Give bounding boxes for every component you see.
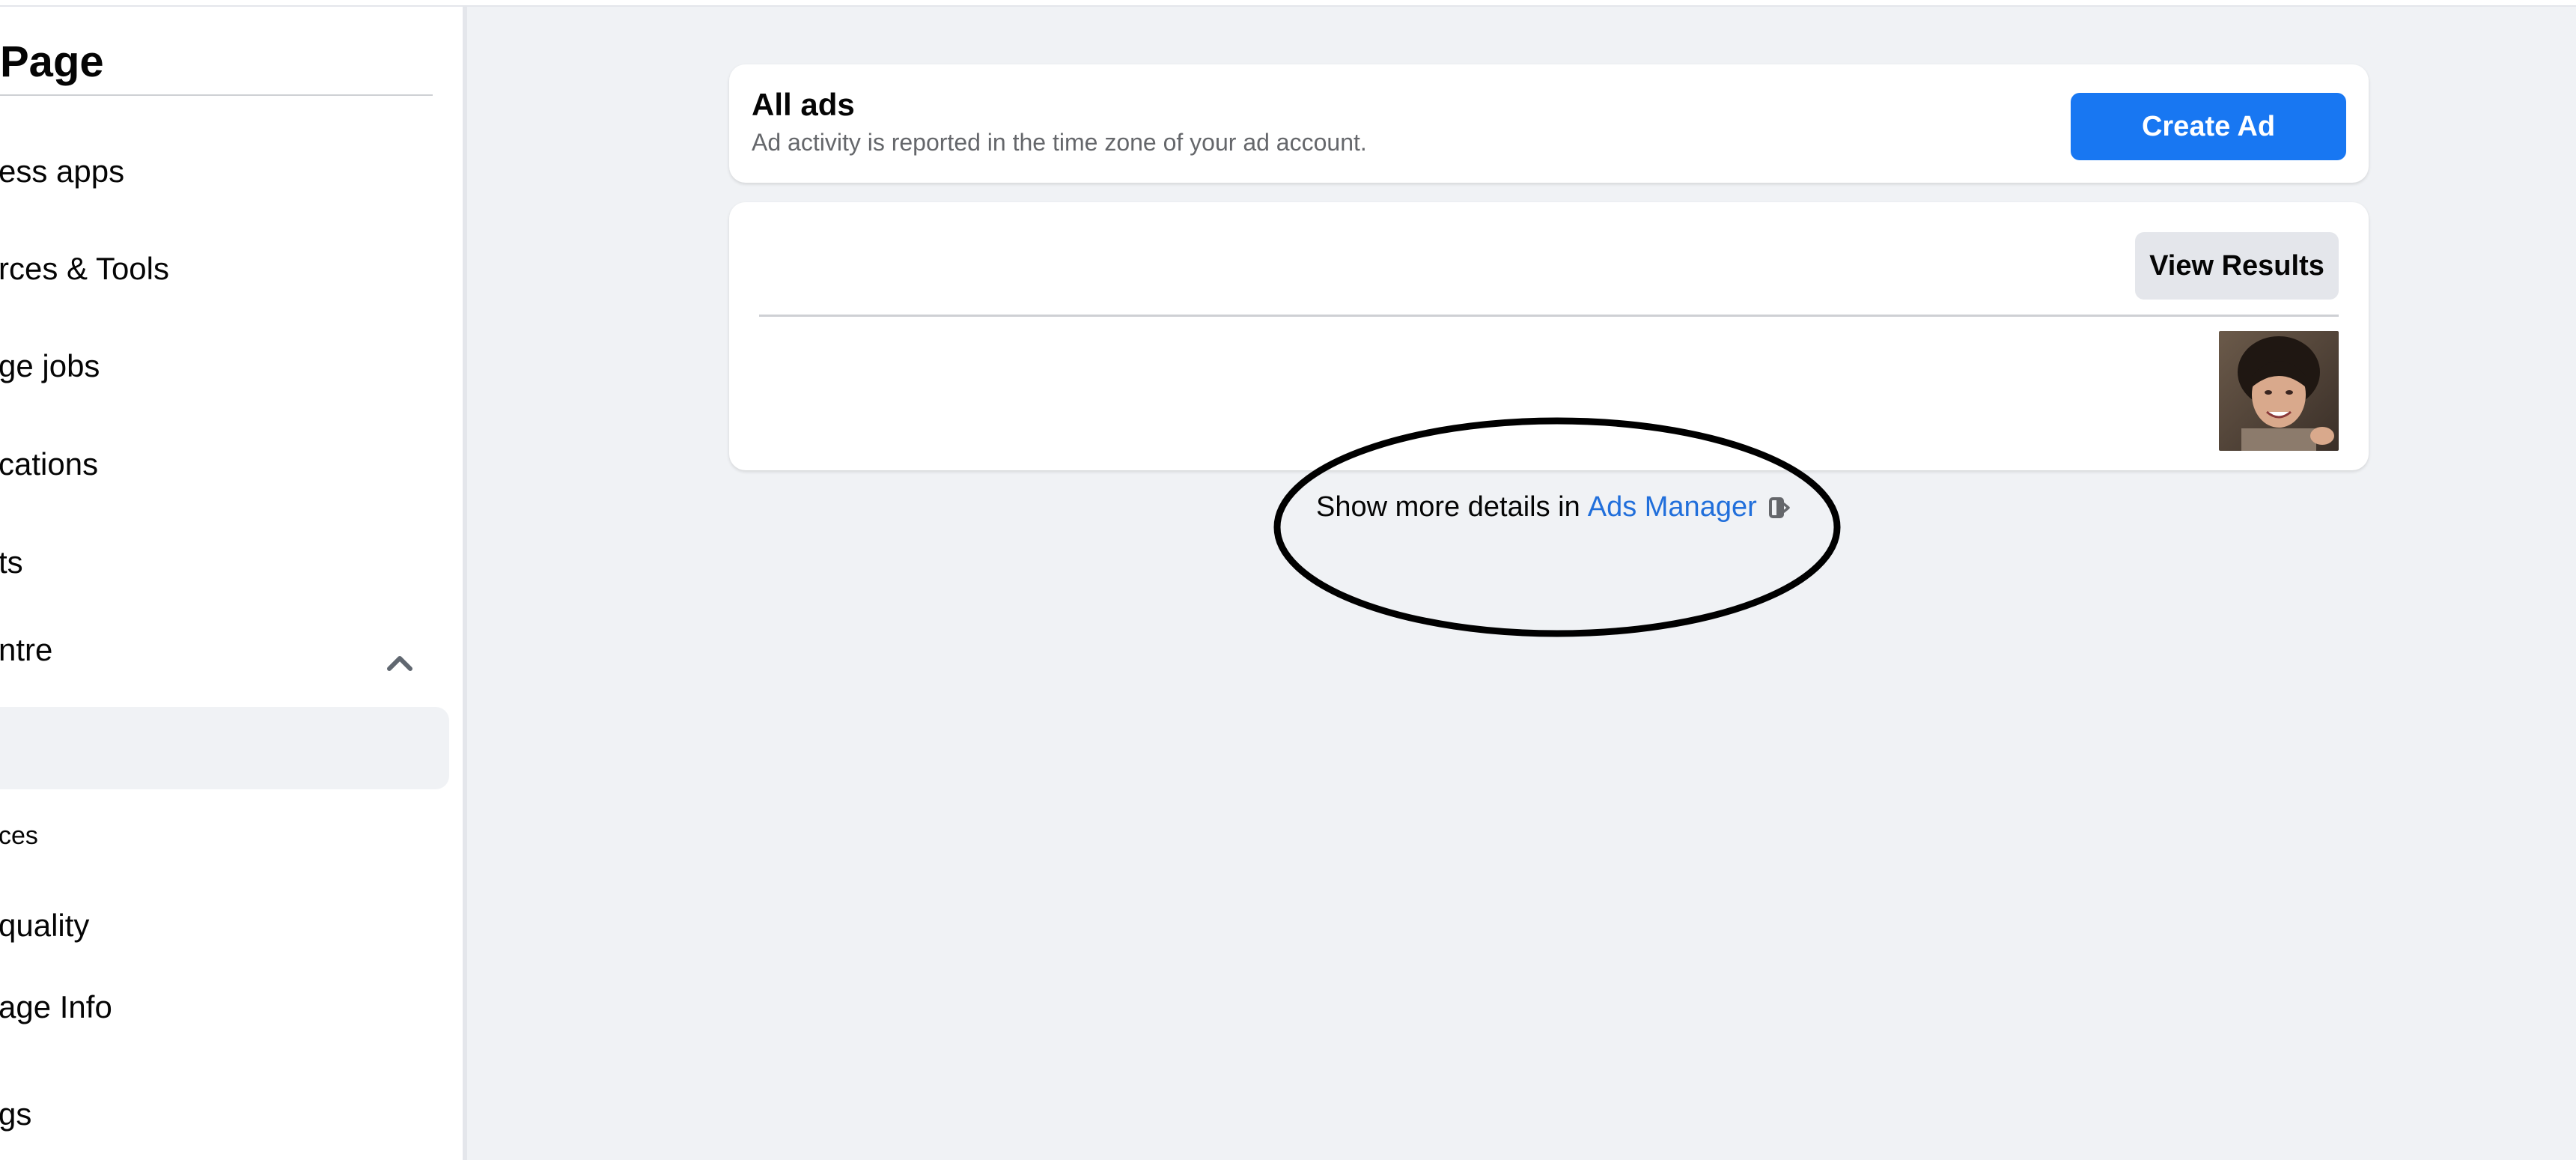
sidebar-item-audiences[interactable]: ces [0, 822, 38, 851]
view-results-button[interactable]: View Results [2135, 232, 2339, 300]
sidebar-item-page-info[interactable]: age Info [0, 989, 112, 1025]
sidebar-item-selected[interactable] [0, 707, 449, 789]
all-ads-title: All ads [752, 87, 855, 122]
create-ad-button[interactable]: Create Ad [2071, 93, 2346, 160]
sidebar-divider [0, 94, 433, 96]
sidebar-item-ad-centre[interactable]: ntre [0, 632, 52, 668]
sidebar-item-ad-quality[interactable]: quality [0, 908, 89, 944]
annotation-ellipse [1273, 417, 1841, 637]
sidebar-item-notifications[interactable]: cations [0, 446, 98, 482]
sidebar-item-settings[interactable]: gs [0, 1096, 31, 1132]
all-ads-subtitle: Ad activity is reported in the time zone… [752, 129, 1367, 156]
sidebar-item-resources-tools[interactable]: rces & Tools [0, 251, 169, 287]
all-ads-header-card: All ads Ad activity is reported in the t… [729, 64, 2369, 183]
top-bar [0, 0, 2576, 7]
sidebar-item-manage-jobs[interactable]: ge jobs [0, 348, 100, 384]
results-divider [759, 315, 2339, 317]
sidebar: Page ess apps rces & Tools ge jobs catio… [0, 7, 467, 1160]
sidebar-item-business-apps[interactable]: ess apps [0, 154, 124, 189]
ad-thumbnail-image[interactable] [2219, 331, 2339, 451]
chevron-up-icon[interactable] [385, 651, 415, 673]
sidebar-item-insights[interactable]: ts [0, 544, 23, 580]
sidebar-page-title: Page [0, 37, 104, 86]
